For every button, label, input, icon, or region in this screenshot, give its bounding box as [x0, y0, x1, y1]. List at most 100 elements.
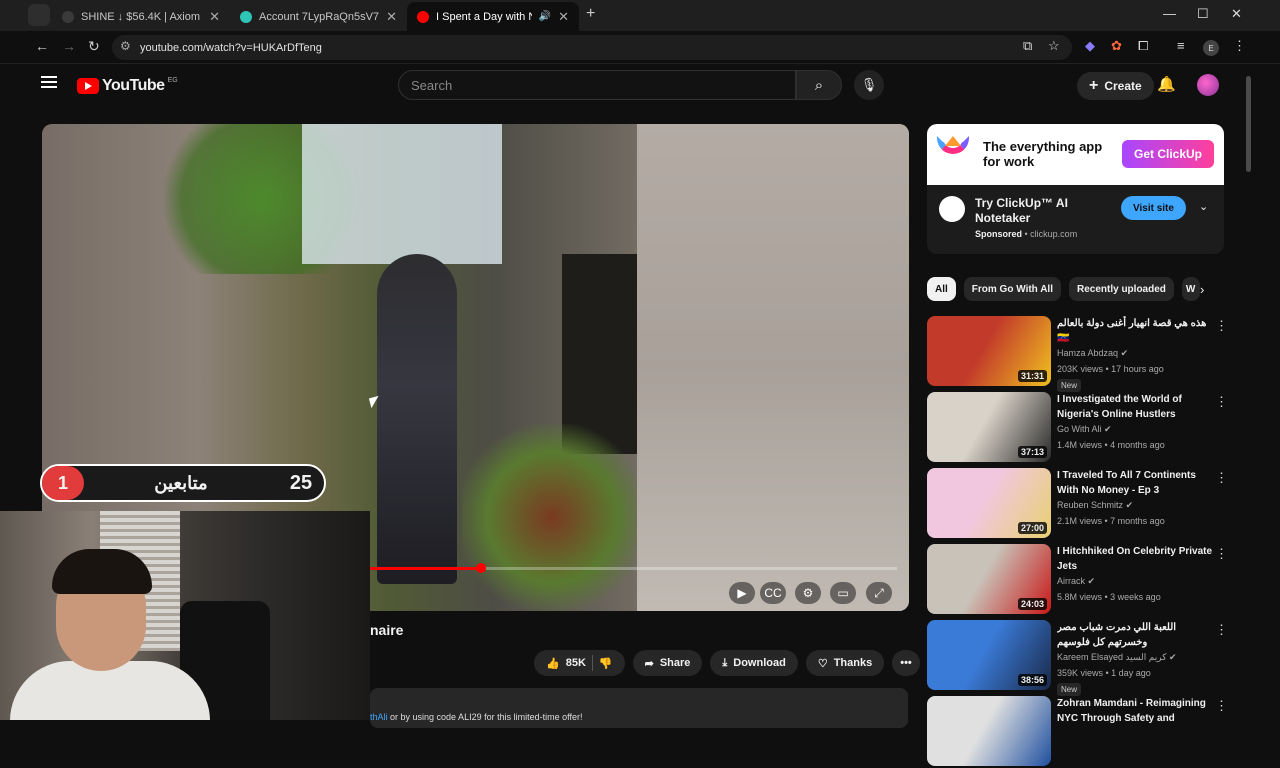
ad-title[interactable]: Try ClickUp™ AI Notetaker — [975, 196, 1095, 226]
recommendation-title[interactable]: I Investigated the World of Nigeria's On… — [1057, 392, 1217, 422]
settings-gear-icon[interactable]: ⚙ — [795, 582, 821, 604]
recommendation-title[interactable]: I Traveled To All 7 Continents With No M… — [1057, 468, 1217, 498]
search-button[interactable]: ⌕ — [796, 70, 842, 100]
new-badge: New — [1057, 379, 1082, 392]
video-thumbnail[interactable]: 27:00 — [927, 468, 1051, 538]
back-icon[interactable]: ← — [35, 38, 49, 54]
video-thumbnail[interactable]: 38:56 — [927, 620, 1051, 690]
video-thumbnail[interactable]: 37:13 — [927, 392, 1051, 462]
youtube-logo[interactable]: YouTube EG — [77, 77, 178, 95]
maximize-icon[interactable]: ☐ — [1197, 6, 1209, 22]
recommendation-item[interactable]: 27:00 I Traveled To All 7 Continents With… — [927, 468, 1228, 540]
reload-icon[interactable]: ↻ — [88, 38, 100, 55]
extensions-puzzle-icon[interactable]: ⧠ — [1138, 38, 1148, 54]
address-bar[interactable]: ⚙ youtube.com/watch?v=HUKArDfTeng — [112, 35, 1072, 60]
share-button[interactable]: ➦ Share — [632, 650, 703, 676]
browser-tab-1[interactable]: SHINE ↓ $56.4K | Axiom ✕ — [52, 2, 230, 31]
recommendation-item[interactable]: Zohran Mamdani - Reimagining NYC Through… — [927, 696, 1228, 768]
view-meta: 2.1M views • 7 months ago — [1057, 516, 1165, 526]
recommendation-item[interactable]: 37:13 I Investigated the World of Nigeria… — [927, 392, 1228, 464]
reading-list-icon[interactable]: ≡ — [1177, 38, 1185, 53]
close-window-icon[interactable]: ✕ — [1231, 6, 1242, 22]
recommendation-item[interactable]: 38:56 اللعبة اللي دمرت شباب مصر وخسرتهم ك… — [927, 620, 1228, 696]
extension-1-icon[interactable]: ◆ — [1085, 38, 1095, 54]
create-button[interactable]: + Create — [1077, 72, 1154, 100]
progress-scrubber[interactable] — [475, 563, 486, 573]
channel-name[interactable]: Go With Ali ✔ — [1057, 424, 1112, 435]
more-options-icon[interactable]: ⋮ — [1215, 546, 1228, 562]
account-avatar[interactable] — [1197, 74, 1219, 96]
get-clickup-button[interactable]: Get ClickUp — [1122, 140, 1214, 168]
bookmark-star-icon[interactable]: ☆ — [1048, 38, 1060, 54]
chip-watched[interactable]: W — [1181, 277, 1200, 301]
more-options-icon[interactable]: ⋮ — [1215, 470, 1228, 486]
close-tab-icon[interactable]: ✕ — [209, 9, 220, 25]
recommendation-item[interactable]: 31:31 هذه هي قصة انهيار أغنى دولة بالعالم… — [927, 316, 1228, 392]
browser-tab-3-active[interactable]: I Spent a Day with Nigeria's 🔊 ✕ — [407, 2, 579, 31]
channel-name[interactable]: Airrack ✔ — [1057, 576, 1095, 587]
browser-menu-icon[interactable]: ⋮ — [1233, 38, 1246, 54]
forward-icon[interactable]: → — [62, 38, 76, 54]
close-tab-icon[interactable]: ✕ — [386, 9, 397, 25]
chevron-down-icon[interactable]: ⌄ — [1199, 200, 1208, 213]
extension-2-icon[interactable]: ✿ — [1111, 38, 1122, 54]
recommendation-title[interactable]: Zohran Mamdani - Reimagining NYC Through… — [1057, 696, 1217, 726]
video-thumbnail[interactable] — [927, 696, 1051, 766]
chip-all[interactable]: All — [927, 277, 956, 301]
recommendation-title[interactable]: اللعبة اللي دمرت شباب مصر وخسرتهم كل فلو… — [1057, 620, 1217, 650]
minimize-icon[interactable]: — — [1163, 6, 1176, 21]
miniplayer-icon[interactable]: ▭ — [830, 582, 856, 604]
channel-name-text: Airrack — [1057, 576, 1086, 586]
visit-site-button[interactable]: Visit site — [1121, 196, 1186, 220]
microphone-icon: 🎙 — [860, 77, 878, 92]
like-count[interactable]: 85K — [566, 657, 586, 669]
more-options-icon[interactable]: ⋮ — [1215, 318, 1228, 334]
like-icon[interactable]: 👍 — [546, 657, 560, 670]
more-options-icon[interactable]: ⋮ — [1215, 622, 1228, 638]
tab-title: I Spent a Day with Nigeria's — [436, 10, 532, 23]
ad-banner[interactable]: The everything app for work Get ClickUp — [927, 124, 1224, 185]
page-scrollbar[interactable] — [1244, 64, 1253, 720]
captions-icon[interactable]: CC — [760, 582, 786, 604]
dislike-icon[interactable]: 👎 — [599, 657, 613, 670]
profile-avatar[interactable]: E — [1203, 40, 1219, 56]
video-thumbnail[interactable]: 31:31 — [927, 316, 1051, 386]
verified-check-icon: ✔ — [1104, 424, 1112, 434]
autoplay-toggle-icon[interactable]: ▶ — [729, 582, 755, 604]
download-button[interactable]: ⤓ Download — [710, 650, 798, 676]
channel-name[interactable]: Hamza Abdzaq ✔ — [1057, 348, 1128, 359]
site-info-icon[interactable]: ⚙ — [120, 39, 131, 53]
chevron-right-icon[interactable]: › — [1200, 282, 1204, 297]
fullscreen-icon[interactable]: ⤢ — [866, 582, 892, 604]
voice-search-button[interactable]: 🎙 — [854, 70, 884, 100]
browser-tab-2[interactable]: Account 7LypRaQn5sV7Zhcoqt ✕ — [230, 2, 407, 31]
chip-from-channel[interactable]: From Go With All — [963, 277, 1061, 301]
description-link[interactable]: thAli — [370, 712, 388, 722]
tab-search-button[interactable] — [28, 4, 50, 26]
more-actions-button[interactable]: ••• — [892, 650, 920, 676]
video-progress-bar[interactable] — [370, 563, 897, 573]
notifications-bell-icon[interactable]: 🔔 — [1157, 75, 1176, 93]
recommendation-title[interactable]: I Hitchhiked On Celebrity Private Jets — [1057, 544, 1217, 574]
sponsored-ad-card[interactable]: The everything app for work Get ClickUp … — [927, 124, 1224, 254]
channel-name[interactable]: Reuben Schmitz ✔ — [1057, 500, 1133, 511]
more-options-icon[interactable]: ⋮ — [1215, 698, 1228, 714]
audio-playing-icon[interactable]: 🔊 — [539, 11, 551, 22]
more-options-icon[interactable]: ⋮ — [1215, 394, 1228, 410]
scrollbar-thumb[interactable] — [1246, 76, 1251, 172]
menu-hamburger-icon[interactable] — [41, 76, 57, 88]
ad-headline: The everything app for work — [983, 139, 1103, 169]
channel-name-text: Go With Ali — [1057, 424, 1102, 434]
recommendation-title[interactable]: هذه هي قصة انهيار أغنى دولة بالعالم 🇻🇪 — [1057, 316, 1217, 346]
video-thumbnail[interactable]: 24:03 — [927, 544, 1051, 614]
install-app-icon[interactable]: ⧉ — [1023, 38, 1032, 54]
channel-name[interactable]: Kareem Elsayed كريم السيد ✔ — [1057, 652, 1177, 663]
close-tab-icon[interactable]: ✕ — [558, 9, 569, 25]
chip-recently-uploaded[interactable]: Recently uploaded — [1068, 277, 1174, 301]
description-box[interactable]: thAli or by using code ALI29 for this li… — [370, 688, 908, 728]
verified-check-icon: ✔ — [1125, 500, 1134, 510]
search-input[interactable]: Search — [398, 70, 796, 100]
thanks-button[interactable]: ♡ Thanks — [805, 650, 885, 676]
recommendation-item[interactable]: 24:03 I Hitchhiked On Celebrity Private J… — [927, 544, 1228, 616]
new-tab-button[interactable]: + — [586, 5, 595, 23]
